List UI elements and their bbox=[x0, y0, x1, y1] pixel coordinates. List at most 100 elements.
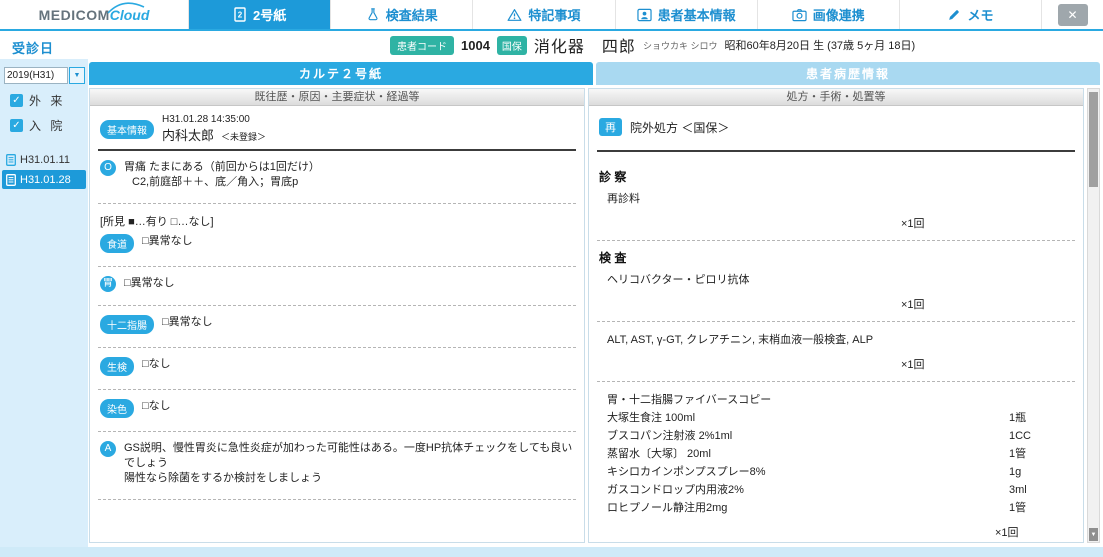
entry-text: □なし bbox=[142, 400, 171, 412]
entry-badge: 生検 bbox=[100, 357, 134, 376]
revisit-badge: 再 bbox=[599, 118, 622, 136]
order-item: ガスコンドロップ内用液2% 3ml bbox=[599, 480, 1075, 498]
visit-date-label: H31.01.11 bbox=[20, 153, 70, 166]
section-count: ×1回 bbox=[901, 299, 925, 311]
app-window: MEDICOM Cloud 2 2号紙 検査結果 特記事項 患者基本情報 画像連… bbox=[0, 0, 1103, 557]
item-quantity: 3ml bbox=[1009, 484, 1027, 496]
karte-entry-objective: O 胃痛 たまにある（前回からは1回だけ） C2,前庭部＋＋、底／角入；胃底p bbox=[98, 151, 576, 204]
checkbox-checked-icon[interactable]: ✓ bbox=[10, 94, 23, 107]
vertical-scrollbar[interactable]: ▼ bbox=[1087, 88, 1100, 543]
karte-entry-biopsy: 生検 □なし bbox=[98, 348, 576, 390]
order-item: ブスコパン注射液 2%1ml 1CC bbox=[599, 426, 1075, 444]
order-item: 再診料 bbox=[599, 189, 1075, 207]
year-select-value[interactable]: 2019(H31) bbox=[4, 67, 68, 84]
scrollbar-thumb[interactable] bbox=[1089, 92, 1098, 187]
order-item: 胃・十二指腸ファイバースコピー bbox=[599, 390, 1075, 408]
entry-badge: A bbox=[100, 441, 116, 457]
karte-entry-assessment: A GS説明、慢性胃炎に急性炎症が加わった可能性はある。一度HP抗体チェックをし… bbox=[98, 432, 576, 500]
chevron-down-icon[interactable]: ▼ bbox=[69, 67, 85, 84]
tab-byoreki-joho[interactable]: 患者病歴情報 bbox=[596, 62, 1100, 85]
pencil-icon bbox=[947, 8, 961, 22]
patient-name: 消化器 四郎 bbox=[533, 39, 636, 56]
karte-datetime: H31.01.28 14:35:00 bbox=[162, 114, 250, 125]
order-item: 蒸留水〔大塚〕 20ml 1管 bbox=[599, 444, 1075, 462]
patient-info-bar: 患者コード 1004 国保 消化器 四郎 ショウカキ シロウ 昭和60年8月20… bbox=[88, 31, 1103, 59]
item-quantity bbox=[1009, 191, 1075, 207]
section-count: ×1回 bbox=[901, 218, 925, 230]
entry-badge: 染色 bbox=[100, 399, 134, 418]
karte-columns: 既往歴・原因・主要症状・経過等 基本情報 H31.01.28 14:35:00 … bbox=[89, 88, 1100, 543]
section-count: ×1回 bbox=[901, 359, 925, 371]
visit-date-item-selected[interactable]: H31.01.28 bbox=[2, 170, 86, 189]
order-section-shinsatsu: 診 察 再診料 ×1回 bbox=[597, 152, 1075, 241]
item-quantity bbox=[1009, 272, 1075, 288]
karte-entry-esophagus: [所見 ■…有り □…なし] 食道 □異常なし bbox=[98, 204, 576, 267]
patient-kana: ショウカキ シロウ bbox=[642, 40, 718, 51]
tab-karte-2goshi[interactable]: カルテ２号紙 bbox=[89, 62, 593, 85]
entry-badge: 十二指腸 bbox=[100, 315, 154, 334]
item-quantity: 1管 bbox=[1009, 448, 1027, 460]
nav-tab-label: メモ bbox=[967, 8, 994, 23]
nav-tab-2goshi[interactable]: 2 2号紙 bbox=[188, 0, 331, 29]
nav-tab-memo[interactable]: メモ bbox=[898, 0, 1041, 29]
content-tab-bar: カルテ２号紙 患者病歴情報 bbox=[89, 62, 1100, 85]
filter-label: 外 来 bbox=[29, 94, 66, 108]
order-section-endoscopy: 胃・十二指腸ファイバースコピー 大塚生食注 100ml 1瓶 ブスコパン注射液 2… bbox=[597, 382, 1075, 542]
nav-tab-label: 検査結果 bbox=[385, 8, 438, 23]
karte-basic-info: 基本情報 H31.01.28 14:35:00 内科太郎 ＜未登録＞ bbox=[98, 112, 576, 151]
file-icon bbox=[6, 173, 16, 186]
item-quantity: 1管 bbox=[1009, 502, 1027, 514]
entry-text: □異常なし bbox=[162, 316, 213, 328]
order-item: ヘリコバクター・ピロリ抗体 bbox=[599, 270, 1075, 288]
visit-date-list: H31.01.11 H31.01.28 bbox=[0, 150, 88, 189]
top-nav: MEDICOM Cloud 2 2号紙 検査結果 特記事項 患者基本情報 画像連… bbox=[0, 0, 1103, 31]
orders-column: 処方・手術・処置等 再 院外処方 ＜国保＞ 診 察 再診料 ×1回 検 査 ヘリ… bbox=[588, 88, 1084, 543]
entry-text: □なし bbox=[142, 358, 171, 370]
logo-text-cloud: Cloud bbox=[107, 1, 149, 23]
main-panel: 患者コード 1004 国保 消化器 四郎 ショウカキ シロウ 昭和60年8月20… bbox=[88, 31, 1103, 547]
doctor-note: ＜未登録＞ bbox=[221, 132, 267, 142]
checkbox-checked-icon[interactable]: ✓ bbox=[10, 119, 23, 132]
entry-text: C2,前庭部＋＋、底／角入；胃底p bbox=[132, 176, 299, 188]
order-section-kensa: 検 査 ヘリコバクター・ピロリ抗体 ×1回 bbox=[597, 241, 1075, 322]
sidebar-body: 2019(H31) ▼ ✓ 外 来 ✓ 入 院 H31.01.11 H31.01… bbox=[0, 59, 88, 547]
flask-icon bbox=[366, 7, 380, 22]
order-item: 大塚生食注 100ml 1瓶 bbox=[599, 408, 1075, 426]
filter-outpatient[interactable]: ✓ 外 来 bbox=[10, 92, 88, 109]
nav-tab-label: 患者基本情報 bbox=[657, 8, 736, 23]
history-column-body: 基本情報 H31.01.28 14:35:00 内科太郎 ＜未登録＞ O 胃痛 た… bbox=[90, 106, 584, 542]
patient-code: 1004 bbox=[461, 37, 490, 53]
orders-column-body: 再 院外処方 ＜国保＞ 診 察 再診料 ×1回 検 査 ヘリコバクター・ピロリ抗… bbox=[589, 106, 1083, 542]
nav-tab-kensa-kekka[interactable]: 検査結果 bbox=[330, 0, 472, 29]
doctor-name: 内科太郎 bbox=[162, 128, 215, 143]
karte-entry-duodenum: 十二指腸 □異常なし bbox=[98, 306, 576, 348]
item-quantity bbox=[1009, 392, 1075, 408]
history-column-header: 既往歴・原因・主要症状・経過等 bbox=[90, 89, 584, 106]
entry-text: GS説明、慢性胃炎に急性炎症が加わった可能性はある。一度HP抗体チェックをしても… bbox=[124, 442, 573, 469]
patient-code-badge: 患者コード bbox=[390, 35, 454, 55]
orders-header-block: 再 院外処方 ＜国保＞ bbox=[597, 112, 1075, 152]
insurance-badge: 国保 bbox=[496, 35, 527, 55]
filter-inpatient[interactable]: ✓ 入 院 bbox=[10, 117, 88, 134]
logo-text-medicom: MEDICOM bbox=[38, 6, 110, 23]
findings-legend: [所見 ■…有り □…なし] bbox=[100, 216, 214, 228]
entry-badge: O bbox=[100, 160, 116, 176]
filter-label: 入 院 bbox=[29, 119, 66, 133]
nav-tab-kanja-kihon-joho[interactable]: 患者基本情報 bbox=[614, 0, 757, 29]
orders-column-header: 処方・手術・処置等 bbox=[589, 89, 1083, 106]
order-section-blood-tests: ALT, AST, γ-GT, クレアチニン, 末梢血液一般検査, ALP ×1… bbox=[597, 322, 1075, 382]
nav-tab-gazo-renkei[interactable]: 画像連携 bbox=[756, 0, 899, 29]
content-area: 受診日 2019(H31) ▼ ✓ 外 来 ✓ 入 院 H31.01.11 H3… bbox=[0, 31, 1103, 547]
item-quantity: 1CC bbox=[1009, 430, 1032, 442]
scrollbar-down-icon[interactable]: ▼ bbox=[1089, 528, 1098, 541]
section-title: 検 査 bbox=[599, 251, 627, 265]
footer-strip bbox=[0, 547, 1103, 557]
section-title: 診 察 bbox=[599, 170, 627, 184]
nav-tab-tokki-jiko[interactable]: 特記事項 bbox=[472, 0, 614, 29]
prescription-type: 院外処方 ＜国保＞ bbox=[630, 120, 730, 135]
basic-info-badge: 基本情報 bbox=[100, 119, 154, 139]
close-icon[interactable]: ✕ bbox=[1057, 3, 1088, 26]
visit-date-sidebar: 受診日 2019(H31) ▼ ✓ 外 来 ✓ 入 院 H31.01.11 H3… bbox=[0, 31, 88, 547]
visit-date-item[interactable]: H31.01.11 bbox=[2, 150, 86, 169]
file-icon bbox=[6, 153, 16, 166]
